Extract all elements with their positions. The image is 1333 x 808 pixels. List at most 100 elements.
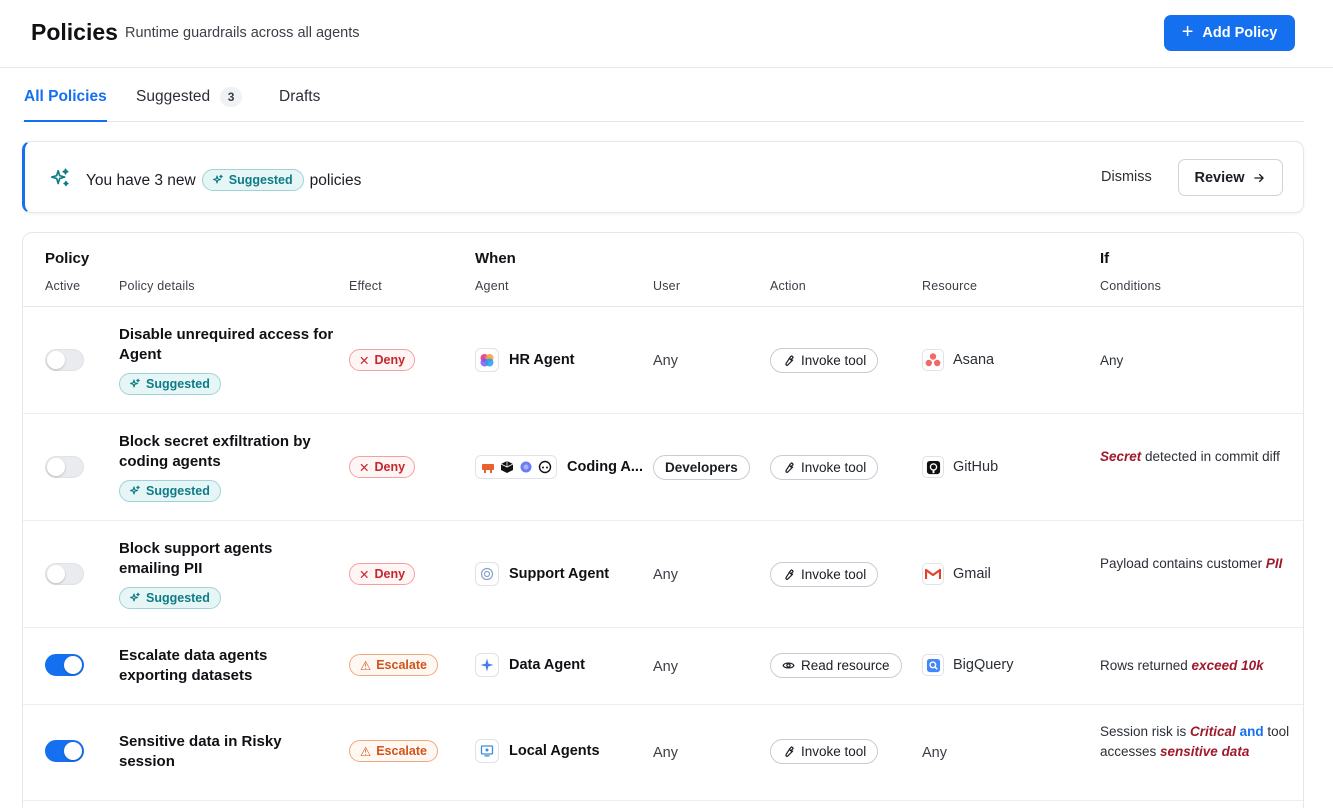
user-value: Any [653,659,678,675]
active-toggle[interactable] [45,456,84,478]
column-header-conditions: Conditions [1100,279,1162,293]
column-header-action: Action [770,279,806,293]
policy-tabs: All Policies Suggested 3 Drafts [22,70,1304,122]
tab-label: Drafts [279,88,321,105]
condition-emphasis: PII [1265,556,1283,571]
dismiss-button[interactable]: Dismiss [1101,169,1152,185]
column-header-details: Policy details [119,279,195,293]
banner-message: You have 3 new Suggested policies [86,169,361,192]
action-pill: Invoke tool [770,348,879,373]
tab-count-badge: 3 [220,87,243,107]
user-value: Any [653,353,678,369]
active-toggle[interactable] [45,349,84,371]
action-label: Invoke tool [801,567,867,582]
table-row[interactable]: Block secret exfiltration by coding agen… [23,414,1303,521]
github-icon [922,456,944,478]
condition-emphasis: exceed 10k [1191,658,1264,673]
review-button[interactable]: Review [1178,159,1283,196]
arrow-right-icon [1254,173,1265,182]
toggle-knob [64,742,82,760]
agent-cell: Coding A... [475,455,643,479]
tab-label: Suggested [136,88,211,105]
resource-cell: Asana [922,349,994,371]
effect-label: Deny [374,567,406,581]
policy-name: Escalate data agents exporting datasets [119,647,268,684]
resource-name: GitHub [953,459,999,475]
condition-plain: Any [1100,353,1124,368]
review-label: Review [1194,169,1245,186]
x-icon: ✕ [359,460,370,475]
gemini-icon [517,459,534,476]
page-title: Policies [31,19,118,45]
agent-name: Support Agent [509,566,610,582]
action-label: Invoke tool [801,744,867,759]
policy-name: Block secret exfiltration by coding agen… [119,433,311,470]
action-pill: Invoke tool [770,455,879,480]
effect-label: Deny [374,460,406,474]
suggested-badge: Suggested [119,480,221,502]
agent-cell: Local Agents [475,739,600,763]
active-toggle[interactable] [45,740,84,762]
condition-text: Any [1100,351,1290,371]
add-policy-label: Add Policy [1202,25,1278,41]
suggested-badge: Suggested [119,373,221,395]
user-value: Any [653,745,678,761]
asana-icon [922,349,944,371]
effect-badge-deny: ✕ Deny [349,349,416,371]
table-row[interactable]: Disable unrequired access for Agent Sugg… [23,307,1303,414]
wrench-icon [785,746,794,757]
table-row[interactable]: Block support agents emailing PII Sugges… [23,521,1303,628]
pill-label: Suggested [228,173,293,187]
sparkles-icon [50,168,69,187]
resource-name: Gmail [953,566,991,582]
table-row[interactable]: Sensitive data in Risky session ⚠ Escalat… [23,705,1303,801]
user-value: Any [653,567,678,583]
agent-name: HR Agent [509,352,575,368]
condition-emphasis: Secret [1100,449,1142,464]
warning-icon: ⚠ [360,658,372,673]
tab-drafts[interactable]: Drafts [279,88,320,122]
toggle-knob [64,656,82,674]
column-header-active: Active [45,279,81,293]
action-label: Invoke tool [801,353,867,368]
page-subtitle: Runtime guardrails across all agents [125,25,360,41]
group-header-policy: Policy [45,250,90,267]
resource-cell: BigQuery [922,654,1013,676]
condition-text: Rows returned exceed 10k [1100,656,1290,676]
tab-suggested[interactable]: Suggested 3 [136,87,243,122]
condition-plain: Payload contains customer [1100,556,1266,571]
copilot-face-icon [536,459,553,476]
wrench-icon [785,462,794,473]
wrench-icon [785,355,794,366]
condition-text: Secret detected in commit diff [1100,447,1290,467]
sparkles-icon [129,485,140,495]
suggested-badge: Suggested [119,587,221,609]
condition-text: Payload contains customer PII [1100,554,1290,574]
sparkles-icon [212,174,223,184]
warning-icon: ⚠ [360,744,372,759]
active-toggle[interactable] [45,654,84,676]
page-header: Policies Runtime guardrails across all a… [0,0,1333,68]
effect-label: Escalate [376,658,427,672]
add-policy-button[interactable]: + Add Policy [1164,15,1295,51]
sparkles-icon [129,378,140,388]
table-row[interactable]: Escalate data agents exporting datasets … [23,628,1303,705]
group-header-if: If [1100,250,1110,267]
column-header-agent: Agent [475,279,509,293]
condition-plain: Rows returned [1100,658,1192,673]
tab-all-policies[interactable]: All Policies [24,88,107,122]
sparkle-agent-icon [475,653,499,677]
gmail-icon [922,563,944,585]
effect-badge-escalate: ⚠ Escalate [349,654,438,676]
cube-icon [498,459,515,476]
copilot-icon [475,348,499,372]
monitor-icon [475,739,499,763]
active-toggle[interactable] [45,563,84,585]
column-header-resource: Resource [922,279,978,293]
action-label: Invoke tool [801,460,867,475]
tab-label: All Policies [24,88,107,105]
badge-label: Suggested [146,377,210,391]
action-pill: Read resource [770,653,902,678]
agent-name: Data Agent [509,657,585,673]
resource-cell: GitHub [922,456,998,478]
